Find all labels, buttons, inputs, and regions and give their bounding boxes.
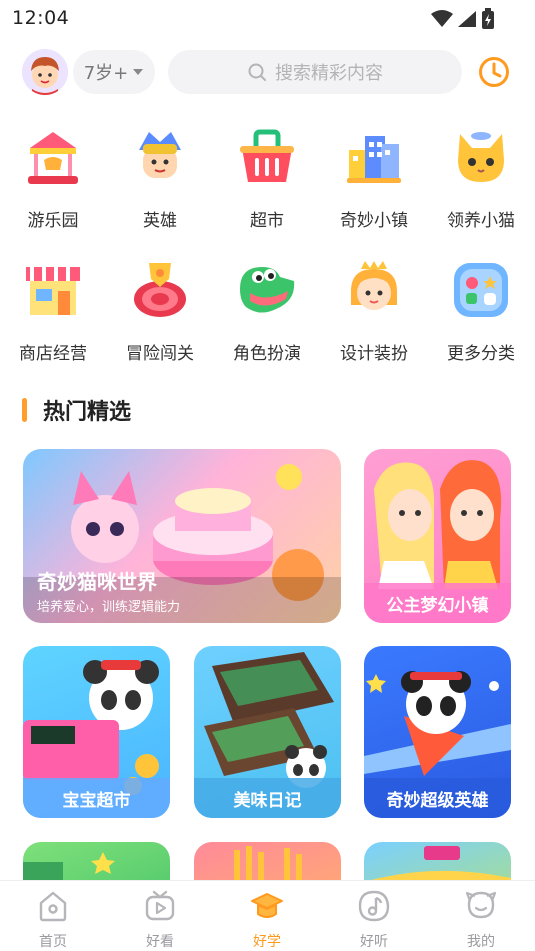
status-time: 12:04 bbox=[12, 7, 70, 29]
home-icon bbox=[39, 891, 67, 922]
nav-label: 好看 bbox=[146, 934, 174, 950]
target-icon bbox=[134, 263, 186, 317]
bottom-nav: 首页 好看 好学 好听 我的 bbox=[0, 880, 535, 951]
category-label: 游乐园 bbox=[27, 211, 79, 231]
card-title: 美味日记 bbox=[194, 778, 341, 818]
category-label: 超市 bbox=[250, 211, 284, 231]
nav-mine[interactable]: 我的 bbox=[441, 889, 521, 951]
child-avatar-icon bbox=[22, 49, 68, 95]
shop-icon bbox=[26, 267, 80, 315]
featured-card[interactable]: 奇妙超级英雄 bbox=[364, 646, 511, 818]
chevron-down-icon bbox=[133, 69, 144, 75]
carousel-icon bbox=[28, 132, 78, 184]
search-icon bbox=[248, 63, 266, 81]
section-header: 热门精选 bbox=[22, 394, 131, 426]
card-title: 公主梦幻小镇 bbox=[364, 583, 511, 623]
crocodile-icon bbox=[240, 267, 295, 313]
music-note-icon bbox=[358, 890, 390, 922]
card-subtitle: 培养爱心，训练逻辑能力 bbox=[37, 600, 181, 615]
game-thumbnail-artwork bbox=[234, 846, 302, 880]
card-title: 奇妙猫咪世界 bbox=[37, 570, 157, 594]
nav-label: 好听 bbox=[360, 934, 388, 950]
category-label: 英雄 bbox=[143, 211, 177, 231]
category-shop-management[interactable]: 商店经营 bbox=[3, 259, 103, 369]
wifi-icon bbox=[431, 10, 453, 27]
town-icon bbox=[347, 136, 401, 183]
section-title: 热门精选 bbox=[43, 400, 132, 425]
history-clock-icon[interactable] bbox=[477, 55, 511, 89]
nav-label: 好学 bbox=[253, 934, 281, 950]
game-thumbnail-artwork bbox=[23, 852, 115, 882]
category-label: 商店经营 bbox=[19, 344, 87, 364]
status-bar: 12:04 bbox=[0, 0, 535, 36]
nav-listen[interactable]: 好听 bbox=[334, 889, 414, 951]
featured-card-large[interactable]: 奇妙猫咪世界 培养爱心，训练逻辑能力 bbox=[23, 449, 341, 623]
featured-card[interactable]: 公主梦幻小镇 bbox=[364, 449, 511, 623]
card-title: 宝宝超市 bbox=[23, 778, 170, 818]
category-adopt-kitten[interactable]: 领养小猫 bbox=[431, 126, 531, 236]
hero-icon bbox=[139, 132, 181, 178]
top-bar: 7岁+ 搜索精彩内容 bbox=[0, 48, 535, 96]
category-amusement-park[interactable]: 游乐园 bbox=[3, 126, 103, 236]
category-more[interactable]: 更多分类 bbox=[431, 259, 531, 369]
battery-icon bbox=[482, 8, 494, 29]
section-accent-bar bbox=[22, 398, 27, 422]
category-label: 领养小猫 bbox=[447, 211, 515, 231]
card-title: 奇妙超级英雄 bbox=[364, 778, 511, 818]
basket-icon bbox=[240, 129, 294, 182]
category-supermarket[interactable]: 超市 bbox=[217, 126, 317, 236]
princess-icon bbox=[351, 261, 397, 310]
avatar[interactable] bbox=[22, 49, 68, 95]
search-placeholder: 搜索精彩内容 bbox=[275, 63, 383, 84]
status-icons bbox=[431, 8, 495, 30]
tv-icon bbox=[145, 890, 175, 921]
nav-label: 首页 bbox=[39, 934, 67, 950]
category-label: 奇妙小镇 bbox=[340, 211, 408, 231]
profile-icon bbox=[465, 891, 497, 919]
category-design-dressup[interactable]: 设计装扮 bbox=[324, 259, 424, 369]
category-label: 冒险闯关 bbox=[126, 344, 194, 364]
nav-label: 我的 bbox=[467, 934, 495, 950]
mall-sign-artwork bbox=[364, 846, 511, 882]
category-label: 设计装扮 bbox=[340, 344, 408, 364]
nav-watch[interactable]: 好看 bbox=[120, 889, 200, 951]
featured-card[interactable]: 宝宝超市 bbox=[23, 646, 170, 818]
signal-icon bbox=[458, 11, 476, 27]
category-wonder-town[interactable]: 奇妙小镇 bbox=[324, 126, 424, 236]
category-role-play[interactable]: 角色扮演 bbox=[217, 259, 317, 369]
category-adventure[interactable]: 冒险闯关 bbox=[110, 259, 210, 369]
age-label: 7岁+ bbox=[83, 63, 129, 84]
more-icon bbox=[454, 263, 508, 317]
category-hero[interactable]: 英雄 bbox=[110, 126, 210, 236]
graduation-cap-icon bbox=[251, 893, 283, 918]
age-selector[interactable]: 7岁+ bbox=[73, 50, 155, 94]
search-input[interactable]: 搜索精彩内容 bbox=[168, 50, 462, 94]
nav-home[interactable]: 首页 bbox=[13, 889, 93, 951]
cat-icon bbox=[458, 132, 504, 182]
nav-learn[interactable]: 好学 bbox=[227, 889, 307, 951]
featured-card[interactable]: 美味日记 bbox=[194, 646, 341, 818]
category-label: 角色扮演 bbox=[233, 344, 301, 364]
category-label: 更多分类 bbox=[447, 344, 515, 364]
